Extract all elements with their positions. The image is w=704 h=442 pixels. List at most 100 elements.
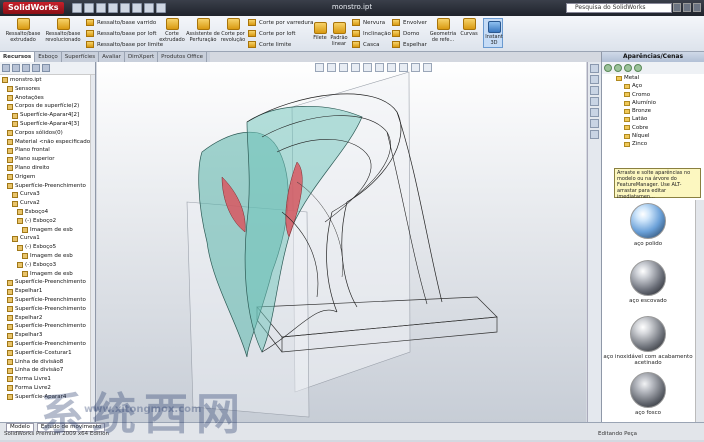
feature-tree-item[interactable]: (-) Esboço5 xyxy=(2,243,95,252)
feature-tree-item[interactable]: Superfície-Preenchimento xyxy=(2,296,95,305)
close-icon[interactable] xyxy=(693,3,701,12)
hole-wizard-button[interactable]: Assistente de Perfuração xyxy=(186,18,220,43)
feature-tree-item[interactable]: Espelhar3 xyxy=(2,331,95,340)
search-input[interactable]: Pesquisa do SolidWorks xyxy=(566,3,672,13)
property-manager-icon[interactable] xyxy=(12,64,20,72)
dimxpert-manager-icon[interactable] xyxy=(32,64,40,72)
instant-3d-button[interactable]: Instant 3D xyxy=(483,18,503,48)
feature-tree-item[interactable]: Material <não especificado> xyxy=(2,138,95,147)
mirror-button[interactable]: Espelhar xyxy=(392,41,427,48)
feature-tree-item[interactable]: Curva2 xyxy=(2,199,95,208)
feature-tree-item[interactable]: Plano superior xyxy=(2,155,95,164)
graphics-area[interactable] xyxy=(97,62,586,422)
feature-tree-item[interactable]: (-) Esboço2 xyxy=(2,217,95,226)
appearance-folder[interactable]: Aço xyxy=(602,82,704,90)
custom-properties-icon[interactable] xyxy=(590,130,599,139)
loft-boss-button[interactable]: Ressalto/base por loft xyxy=(86,30,157,37)
linear-pattern-button[interactable]: Padrão linear xyxy=(328,22,350,47)
feature-tree-item[interactable]: Superfície-Preenchimento xyxy=(2,340,95,349)
feature-tree-item[interactable]: Origem xyxy=(2,173,95,182)
home-icon[interactable] xyxy=(624,64,632,72)
feature-tree-item[interactable]: Imagem de esb xyxy=(2,226,95,235)
feature-tree-item[interactable]: monstro.ipt xyxy=(2,76,95,85)
feature-tree-item[interactable]: Curva3 xyxy=(2,190,95,199)
swatch-aco-polido[interactable]: aço polido xyxy=(602,203,694,247)
search-results-icon[interactable] xyxy=(590,97,599,106)
appearance-folder[interactable]: Zinco xyxy=(602,140,704,148)
tab-recursos[interactable]: Recursos xyxy=(0,52,36,62)
curves-button[interactable]: Curvas xyxy=(458,18,480,37)
feature-tree-item[interactable]: Imagem de esb xyxy=(2,270,95,279)
restore-icon[interactable] xyxy=(683,3,691,12)
appearance-folder[interactable]: Metal xyxy=(602,74,704,82)
config-manager-icon[interactable] xyxy=(22,64,30,72)
feature-tree-item[interactable]: Superfície-Aparar4[3] xyxy=(2,120,95,129)
feature-tree-item[interactable]: Corpos de superfície(2) xyxy=(2,102,95,111)
feature-tree-item[interactable]: Superfície-Preenchimento xyxy=(2,322,95,331)
feature-tree-item[interactable]: Superfície-Aparar4[2] xyxy=(2,111,95,120)
feature-tree-item[interactable]: Curva1 xyxy=(2,234,95,243)
feature-tree-item[interactable]: (-) Esboço3 xyxy=(2,261,95,270)
feature-tree-item[interactable]: Plano frontal xyxy=(2,146,95,155)
feature-tree-item[interactable]: Superfície-Preenchimento xyxy=(2,182,95,191)
forward-icon[interactable] xyxy=(614,64,622,72)
appearance-folder[interactable]: Bronze xyxy=(602,107,704,115)
swatch-aco-fosco[interactable]: aço fosco xyxy=(602,372,694,416)
boundary-boss-button[interactable]: Ressalto/base por limite xyxy=(86,41,163,48)
feature-tree-item[interactable]: Espelhar1 xyxy=(2,287,95,296)
appearances-icon[interactable] xyxy=(590,119,599,128)
feature-tree-item[interactable]: Plano direito xyxy=(2,164,95,173)
feature-tree-item[interactable]: Sensores xyxy=(2,85,95,94)
feature-tree-scrollbar[interactable] xyxy=(90,75,95,422)
revolve-boss-button[interactable]: Ressalto/base revolucionado xyxy=(44,18,82,43)
appearance-folder[interactable]: Cromo xyxy=(602,91,704,99)
feature-tree-item[interactable]: Linha de divisão8 xyxy=(2,358,95,367)
dome-button[interactable]: Domo xyxy=(392,30,419,37)
back-icon[interactable] xyxy=(604,64,612,72)
swatch-aco-escovado[interactable]: aço escovado xyxy=(602,260,694,304)
extruded-cut-button[interactable]: Corte extrudado xyxy=(158,18,186,43)
boundary-cut-button[interactable]: Corte limite xyxy=(248,41,291,48)
feature-tree-item[interactable]: Corpos sólidos(0) xyxy=(2,129,95,138)
tab-esboco[interactable]: Esboço xyxy=(35,52,62,62)
refresh-icon[interactable] xyxy=(634,64,642,72)
swatches-scrollbar[interactable] xyxy=(695,200,704,422)
feature-tree-item[interactable]: Superfície-Preenchimento xyxy=(2,305,95,314)
tab-dimxpert[interactable]: DimXpert xyxy=(125,52,159,62)
appearance-folder[interactable]: Alumínio xyxy=(602,99,704,107)
feature-tree-item[interactable]: Espelhar2 xyxy=(2,314,95,323)
feature-tree-item[interactable]: Superfície-Costurar1 xyxy=(2,349,95,358)
tab-avaliar[interactable]: Avaliar xyxy=(99,52,125,62)
appearance-folder[interactable]: Latão xyxy=(602,115,704,123)
reference-geometry-button[interactable]: Geometria de refe... xyxy=(428,18,458,43)
minimize-icon[interactable] xyxy=(673,3,681,12)
swept-cut-button[interactable]: Corte por varredura xyxy=(248,19,314,26)
design-library-icon[interactable] xyxy=(590,75,599,84)
display-manager-icon[interactable] xyxy=(42,64,50,72)
resources-icon[interactable] xyxy=(590,64,599,73)
draft-button[interactable]: Inclinação xyxy=(352,30,391,37)
swept-boss-button[interactable]: Ressalto/base varrido xyxy=(86,19,156,26)
feature-tree-item[interactable]: Superfície-Preenchimento xyxy=(2,278,95,287)
revolved-cut-button[interactable]: Corte por revolução xyxy=(218,18,248,43)
feature-tree-item[interactable]: Imagem de esb xyxy=(2,252,95,261)
feature-tree-item[interactable]: Linha de divisão7 xyxy=(2,366,95,375)
appearance-swatches: aço polido aço escovado aço inoxidável c… xyxy=(602,200,694,422)
tab-produtos-office[interactable]: Produtos Office xyxy=(158,52,208,62)
appearance-folder[interactable]: Cobre xyxy=(602,124,704,132)
feature-tree-item[interactable]: Esboço4 xyxy=(2,208,95,217)
tab-superficies[interactable]: Superfícies xyxy=(62,52,100,62)
swatch-aco-inoxidavel[interactable]: aço inoxidável com acabamento acetinado xyxy=(602,316,694,366)
fillet-button[interactable]: Filete xyxy=(310,22,330,41)
extrude-boss-button[interactable]: Ressalto/base extrudado xyxy=(6,18,40,43)
feature-tree-item[interactable]: Anotações xyxy=(2,94,95,103)
lofted-cut-button[interactable]: Corte por loft xyxy=(248,30,296,37)
wrap-button[interactable]: Envolver xyxy=(392,19,427,26)
feature-tree-icon[interactable] xyxy=(2,64,10,72)
shell-button[interactable]: Casca xyxy=(352,41,379,48)
rib-button[interactable]: Nervura xyxy=(352,19,385,26)
file-explorer-icon[interactable] xyxy=(590,86,599,95)
appearance-folder[interactable]: Níquel xyxy=(602,132,704,140)
monster-model[interactable] xyxy=(97,62,586,422)
view-palette-icon[interactable] xyxy=(590,108,599,117)
